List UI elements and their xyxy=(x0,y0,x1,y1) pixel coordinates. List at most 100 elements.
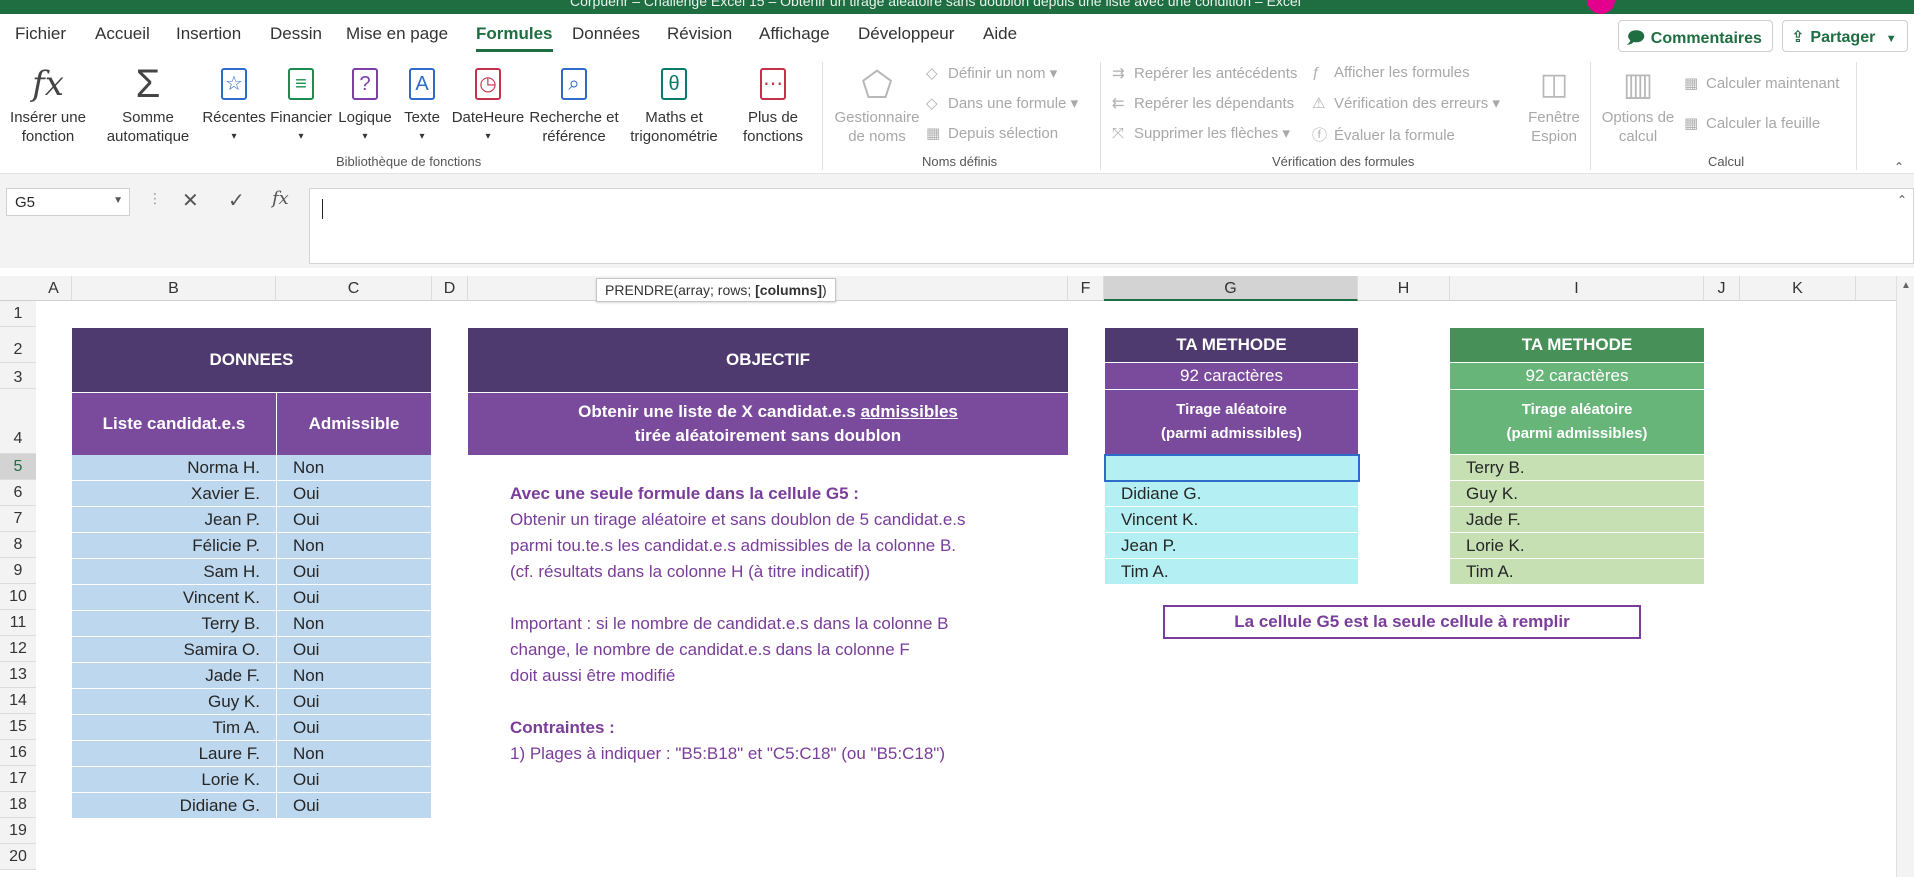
row-header[interactable]: 11 xyxy=(0,610,36,636)
candidate-name-cell[interactable]: Tim A. xyxy=(72,715,276,741)
cancel-icon[interactable]: ✕ xyxy=(182,188,199,213)
admissible-cell[interactable]: Non xyxy=(277,663,431,689)
financial-button[interactable]: ≡ Financier ▾ xyxy=(268,60,334,146)
row-header[interactable]: 12 xyxy=(0,636,36,662)
admissible-cell[interactable]: Oui xyxy=(277,481,431,507)
row-header[interactable]: 13 xyxy=(0,662,36,688)
name-box[interactable]: G5 ▼ xyxy=(6,188,130,216)
row-header[interactable]: 20 xyxy=(0,844,36,870)
tab-accueil[interactable]: Accueil xyxy=(95,24,150,44)
candidate-name-cell[interactable]: Laure F. xyxy=(72,741,276,767)
calc-sheet-button[interactable]: ▦ Calculer la feuille xyxy=(1684,114,1820,132)
col-header-d[interactable]: D xyxy=(432,276,468,301)
g-result-cell[interactable]: Vincent K. xyxy=(1105,507,1358,533)
show-formulas-button[interactable]: ƒ Afficher les formules xyxy=(1312,64,1470,81)
tab-formules[interactable]: Formules xyxy=(476,24,553,52)
row-header[interactable]: 18 xyxy=(0,792,36,818)
col-header-k[interactable]: K xyxy=(1740,276,1856,301)
vertical-scrollbar[interactable]: ▲ xyxy=(1896,276,1914,877)
tab-aide[interactable]: Aide xyxy=(983,24,1017,44)
remove-arrows-button[interactable]: ⤧ Supprimer les flèches ▾ xyxy=(1112,124,1290,142)
row-header[interactable]: 17 xyxy=(0,766,36,792)
row-header[interactable]: 7 xyxy=(0,506,36,532)
row-header[interactable]: 14 xyxy=(0,688,36,714)
row-header[interactable]: 8 xyxy=(0,532,36,558)
col-header-i[interactable]: I xyxy=(1450,276,1704,301)
datetime-button[interactable]: ◷ DateHeure ▾ xyxy=(448,60,528,146)
g-result-cell[interactable]: Didiane G. xyxy=(1105,481,1358,507)
admissible-cell[interactable]: Non xyxy=(277,533,431,559)
expand-icon[interactable]: ⌃ xyxy=(1897,193,1907,207)
donnees-title[interactable]: DONNEES xyxy=(72,328,431,392)
confirm-icon[interactable]: ✓ xyxy=(228,188,245,213)
row-header[interactable]: 15 xyxy=(0,714,36,740)
row-header[interactable]: 3 xyxy=(0,363,36,389)
objectif-description[interactable]: Obtenir une liste de X candidat.e.s admi… xyxy=(468,393,1068,455)
tab-affichage[interactable]: Affichage xyxy=(759,24,830,44)
fx-icon[interactable]: fx xyxy=(272,188,289,209)
candidate-name-cell[interactable]: Guy K. xyxy=(72,689,276,715)
more-functions-button[interactable]: ⋯ Plus de fonctions xyxy=(730,60,816,146)
i-result-cell[interactable]: Guy K. xyxy=(1450,481,1704,507)
candidate-name-cell[interactable]: Didiane G. xyxy=(72,793,276,819)
i-result-cell[interactable]: Jade F. xyxy=(1450,507,1704,533)
candidate-name-cell[interactable]: Jade F. xyxy=(72,663,276,689)
recent-button[interactable]: ☆ Récentes ▾ xyxy=(202,60,266,146)
watch-window-button[interactable]: ◫ Fenêtre Espion xyxy=(1524,60,1584,146)
comments-button[interactable]: 🗩 Commentaires xyxy=(1618,20,1773,52)
g5-cell[interactable] xyxy=(1105,455,1358,481)
trace-dependents-button[interactable]: ⇇ Repérer les dépendants xyxy=(1112,94,1294,112)
row-header[interactable]: 9 xyxy=(0,558,36,584)
admissible-cell[interactable]: Oui xyxy=(277,585,431,611)
calc-now-button[interactable]: ▦ Calculer maintenant xyxy=(1684,74,1839,92)
g-title[interactable]: TA METHODE xyxy=(1105,328,1358,362)
tab-developpeur[interactable]: Développeur xyxy=(858,24,954,44)
row-header[interactable]: 6 xyxy=(0,480,36,506)
name-manager-button[interactable]: ⬠ Gestionnaire de noms xyxy=(830,60,924,146)
admissible-cell[interactable]: Oui xyxy=(277,559,431,585)
admissible-cell[interactable]: Non xyxy=(277,611,431,637)
col-header-a[interactable]: A xyxy=(36,276,72,301)
admissible-cell[interactable]: Oui xyxy=(277,715,431,741)
text-button[interactable]: A Texte ▾ xyxy=(398,60,446,146)
col-header-f[interactable]: F xyxy=(1068,276,1104,301)
admissible-cell[interactable]: Oui xyxy=(277,767,431,793)
i-title[interactable]: TA METHODE xyxy=(1450,328,1704,362)
from-selection-button[interactable]: ▦ Depuis sélection xyxy=(926,124,1058,142)
candidate-name-cell[interactable]: Terry B. xyxy=(72,611,276,637)
candidate-name-cell[interactable]: Lorie K. xyxy=(72,767,276,793)
i-result-cell[interactable]: Lorie K. xyxy=(1450,533,1704,559)
admissible-cell[interactable]: Oui xyxy=(277,793,431,819)
tab-dessin[interactable]: Dessin xyxy=(270,24,322,44)
col-c-header[interactable]: Admissible xyxy=(277,393,431,455)
share-button[interactable]: ⇪ Partager ▼ xyxy=(1782,20,1908,52)
row-header[interactable]: 2 xyxy=(0,327,36,363)
col-header-c[interactable]: C xyxy=(276,276,432,301)
tab-insertion[interactable]: Insertion xyxy=(176,24,241,44)
col-header-j[interactable]: J xyxy=(1704,276,1740,301)
tab-revision[interactable]: Révision xyxy=(667,24,732,44)
admissible-cell[interactable]: Non xyxy=(277,455,431,481)
g-chars[interactable]: 92 caractères xyxy=(1105,363,1358,389)
admissible-cell[interactable]: Non xyxy=(277,741,431,767)
scroll-up-icon[interactable]: ▲ xyxy=(1901,280,1911,291)
candidate-name-cell[interactable]: Jean P. xyxy=(72,507,276,533)
candidate-name-cell[interactable]: Sam H. xyxy=(72,559,276,585)
math-button[interactable]: θ Maths et trigonométrie xyxy=(620,60,728,146)
row-header[interactable]: 1 xyxy=(0,301,36,327)
calc-options-button[interactable]: ▥ Options de calcul xyxy=(1596,60,1680,146)
objectif-title[interactable]: OBJECTIF xyxy=(468,328,1068,392)
col-header-g[interactable]: G xyxy=(1104,276,1358,301)
evaluate-formula-button[interactable]: ⓕ Évaluer la formule xyxy=(1312,124,1455,145)
g-result-cell[interactable]: Jean P. xyxy=(1105,533,1358,559)
note-box[interactable]: La cellule G5 est la seule cellule à rem… xyxy=(1163,605,1641,639)
define-name-button[interactable]: ◇ Définir un nom ▾ xyxy=(926,64,1057,82)
row-header[interactable]: 16 xyxy=(0,740,36,766)
candidate-name-cell[interactable]: Vincent K. xyxy=(72,585,276,611)
admissible-cell[interactable]: Oui xyxy=(277,689,431,715)
tab-fichier[interactable]: Fichier xyxy=(15,24,66,44)
g-subtitle[interactable]: Tirage aléatoire (parmi admissibles) xyxy=(1105,390,1358,454)
formula-input[interactable]: ⌃ xyxy=(309,188,1914,264)
admissible-cell[interactable]: Oui xyxy=(277,637,431,663)
col-header-b[interactable]: B xyxy=(72,276,276,301)
